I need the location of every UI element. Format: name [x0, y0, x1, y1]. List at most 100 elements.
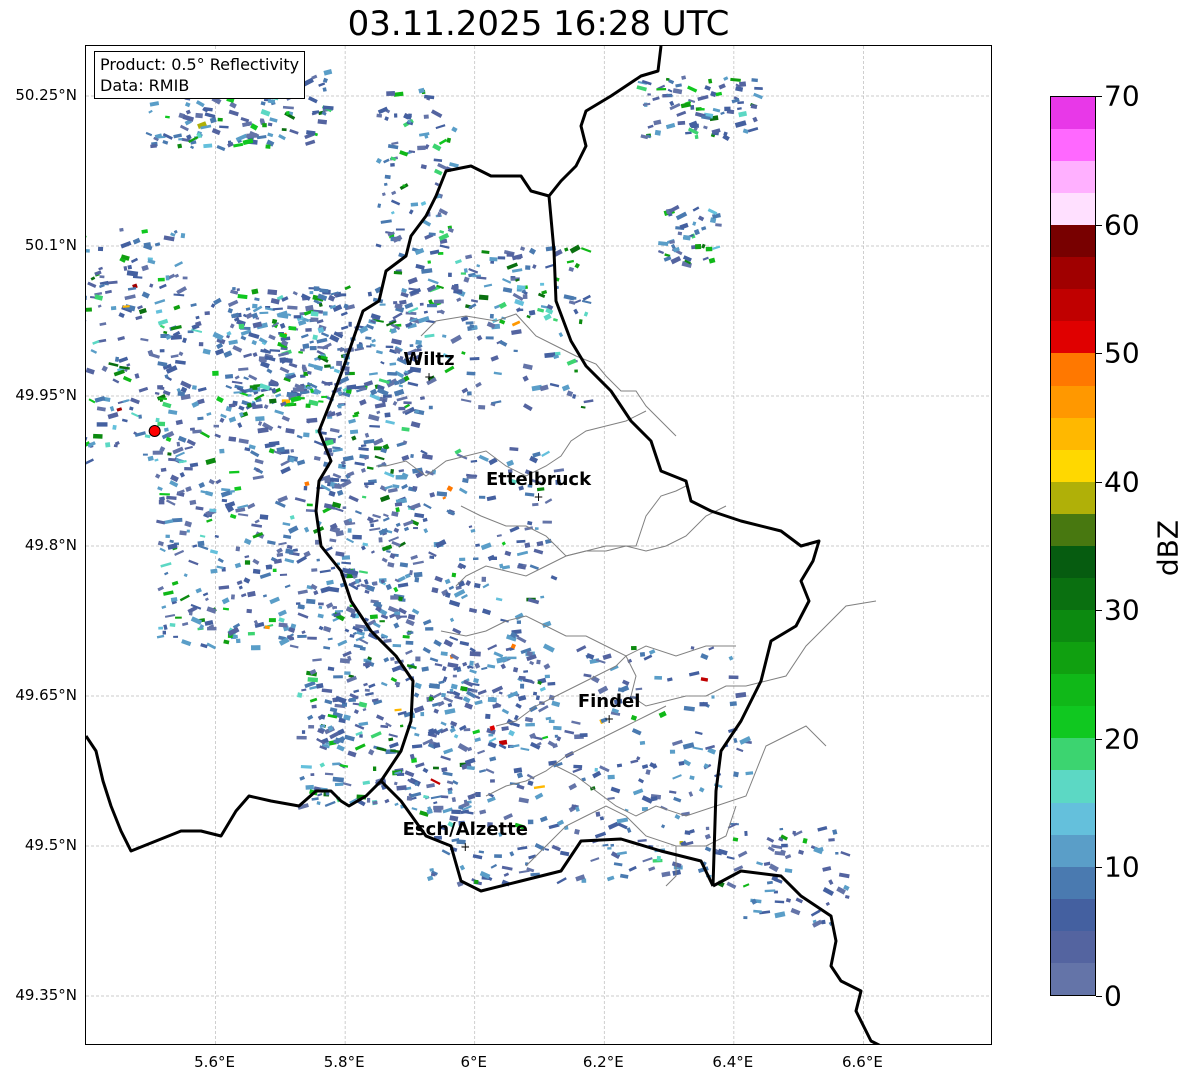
radar-echo: [184, 467, 193, 471]
radar-echo: [403, 401, 412, 405]
radar-echo: [154, 242, 161, 247]
radar-echo: [380, 681, 388, 687]
radar-map[interactable]: [85, 45, 992, 1045]
radar-echo: [371, 338, 376, 343]
radar-echo: [529, 660, 535, 666]
radar-echo: [158, 283, 167, 290]
radar-echo: [159, 349, 165, 353]
radar-echo: [213, 424, 220, 428]
radar-echo: [435, 124, 446, 130]
radar-echo: [341, 561, 352, 565]
radar-echo: [502, 278, 512, 284]
colorbar-tick-label: 10: [1104, 850, 1140, 884]
radar-echo: [419, 396, 425, 400]
radar-echo: [669, 100, 675, 107]
radar-echo: [358, 701, 368, 708]
lon-tick-label: 6.4°E: [712, 1053, 754, 1071]
radar-echo: [527, 780, 534, 786]
radar-echo: [707, 208, 718, 216]
radar-echo: [387, 561, 395, 568]
radar-echo: [468, 607, 478, 614]
radar-echo: [513, 767, 523, 774]
radar-echo: [170, 324, 182, 331]
radar-echo: [752, 116, 758, 123]
radar-echo: [504, 550, 512, 557]
radar-echo: [388, 733, 398, 738]
radar-echo: [424, 94, 435, 100]
radar-echo: [387, 144, 399, 150]
radar-echo: [556, 877, 567, 885]
colorbar-tick-label: 30: [1104, 593, 1140, 627]
radar-echo: [368, 748, 375, 756]
radar-echo: [293, 548, 299, 552]
radar-echo: [130, 412, 139, 418]
radar-echo: [738, 111, 748, 118]
radar-echo: [210, 568, 218, 574]
radar-echo: [97, 304, 102, 308]
radar-echo: [426, 303, 437, 308]
radar-echo: [260, 108, 271, 117]
colorbar-segment: [1051, 610, 1095, 643]
radar-echo: [547, 681, 556, 686]
radar-echo: [698, 786, 705, 793]
radar-echo: [470, 459, 478, 463]
radar-echo: [317, 613, 324, 619]
radar-echo: [272, 307, 283, 311]
radar-echo: [286, 544, 293, 550]
radar-echo: [399, 299, 407, 305]
radar-echo: [86, 249, 90, 253]
radar-echo: [308, 96, 318, 104]
radar-echo: [553, 725, 562, 731]
radar-echo: [228, 109, 239, 117]
colorbar-segment: [1051, 193, 1095, 226]
radar-echo: [641, 764, 649, 770]
radar-echo: [742, 883, 750, 888]
radar-echo: [118, 312, 125, 318]
colorbar-segment: [1051, 834, 1095, 867]
radar-echo: [238, 513, 249, 517]
radar-echo: [284, 584, 291, 589]
colorbar-segment: [1051, 225, 1095, 258]
radar-echo: [517, 308, 524, 312]
radar-echo: [477, 749, 486, 755]
radar-echo: [387, 487, 398, 494]
radar-echo: [243, 352, 253, 358]
radar-echo: [486, 495, 497, 502]
radar-echo: [262, 594, 268, 598]
radar-echo: [704, 833, 711, 840]
radar-echo: [539, 815, 548, 823]
radar-echo: [364, 688, 370, 692]
radar-echo: [426, 783, 435, 789]
radar-echo: [182, 276, 188, 280]
radar-echo: [141, 229, 149, 234]
radar-echo: [243, 538, 252, 545]
radar-echo: [451, 809, 461, 815]
radar-echo: [328, 490, 336, 497]
radar-echo: [573, 308, 579, 315]
radar-echo: [200, 490, 209, 494]
radar-echo: [527, 819, 534, 825]
radar-echo: [195, 315, 200, 320]
radar-echo: [183, 573, 188, 578]
radar-echo: [383, 657, 390, 663]
radar-echo: [394, 502, 403, 507]
radar-echo: [166, 495, 177, 501]
radar-echo: [280, 459, 291, 467]
radar-echo: [267, 289, 278, 296]
radar-echo: [366, 466, 374, 470]
radar-echo: [398, 384, 404, 388]
radar-echo: [159, 492, 170, 496]
radar-echo: [185, 109, 191, 115]
radar-echo: [443, 639, 454, 648]
radar-echo: [518, 675, 526, 681]
radar-echo: [421, 453, 433, 460]
radar-echo: [733, 771, 739, 778]
radar-echo: [415, 339, 422, 346]
radar-echo: [220, 490, 231, 498]
radar-echo: [107, 412, 119, 420]
radar-echo: [450, 683, 458, 690]
radar-echo: [694, 134, 699, 140]
radar-echo: [213, 297, 222, 306]
radar-echo: [469, 665, 474, 669]
radar-echo: [737, 850, 748, 858]
